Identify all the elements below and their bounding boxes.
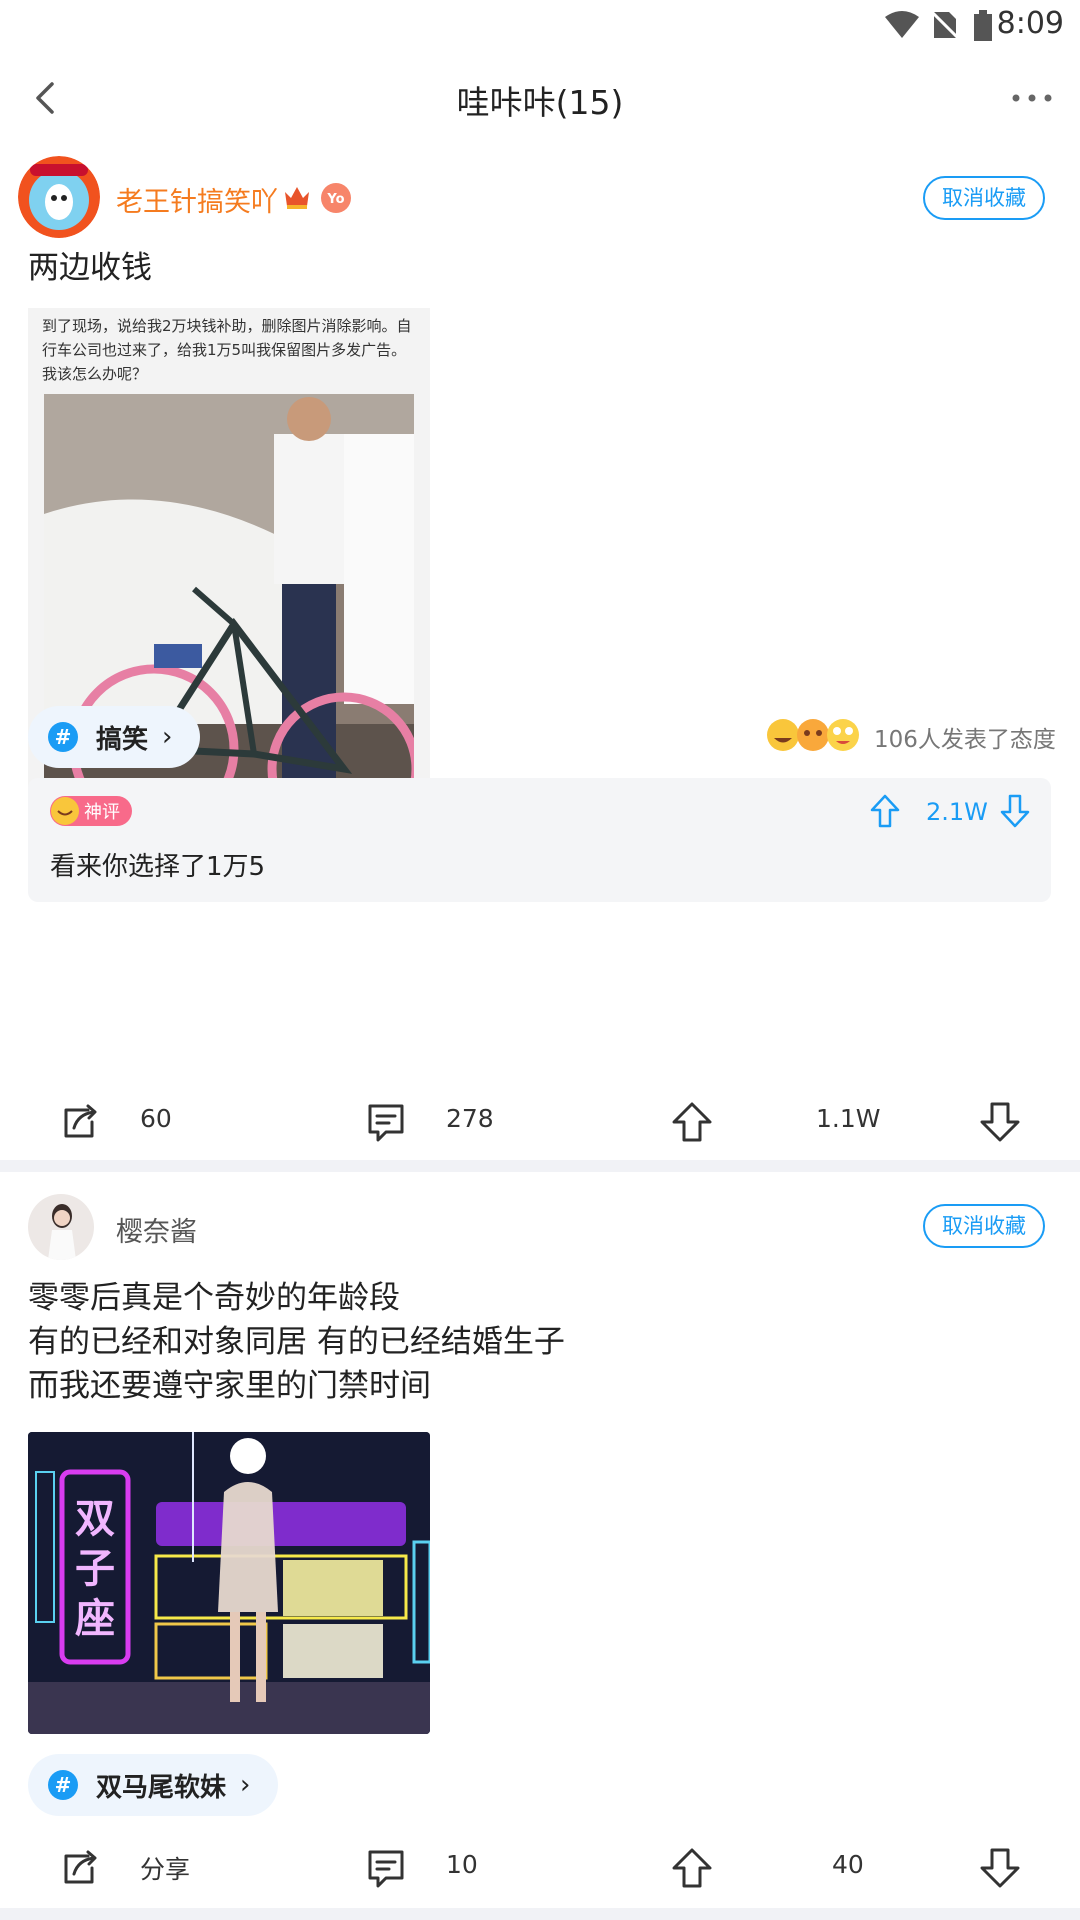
post-divider xyxy=(0,1908,1080,1920)
username[interactable]: 老王针搞笑吖 xyxy=(116,180,278,219)
hot-comment-badge-label: 神评 xyxy=(84,802,120,823)
topic-tag[interactable]: # 搞笑 › xyxy=(28,706,201,768)
post-actions: 60 278 1.1W xyxy=(0,1090,1080,1150)
svg-text:子: 子 xyxy=(75,1546,115,1592)
post-text-line: 而我还要遵守家里的门禁时间 xyxy=(28,1368,431,1404)
post-text-line: 零零后真是个奇妙的年龄段 xyxy=(28,1280,400,1316)
hot-comment[interactable]: 神评 2.1W 看来你选择了1万5 xyxy=(28,778,1051,902)
dislike-arrow-icon[interactable] xyxy=(978,1846,1022,1890)
like-arrow-icon[interactable] xyxy=(670,1846,714,1890)
avatar[interactable] xyxy=(28,1194,94,1260)
username[interactable]: 樱奈酱 xyxy=(116,1210,197,1249)
share-icon[interactable] xyxy=(58,1100,102,1144)
topic-tag-label: 搞笑 xyxy=(96,724,149,755)
like-count: 1.1W xyxy=(816,1104,881,1133)
share-label: 分享 xyxy=(140,1855,191,1884)
battery-icon xyxy=(974,10,992,41)
svg-text:Yo: Yo xyxy=(326,192,344,207)
svg-text:座: 座 xyxy=(75,1596,115,1642)
share-count: 60 xyxy=(140,1104,172,1133)
downvote-icon[interactable] xyxy=(1000,794,1030,828)
chevron-right-icon: › xyxy=(162,722,173,752)
comment-count: 10 xyxy=(446,1850,478,1879)
hot-comment-text: 看来你选择了1万5 xyxy=(50,852,266,882)
post-text: 零零后真是个奇妙的年龄段 有的已经和对象同居 有的已经结婚生子 而我还要遵守家里… xyxy=(28,1276,565,1408)
more-options-icon[interactable] xyxy=(1010,88,1054,108)
comment-icon[interactable] xyxy=(364,1846,408,1890)
svg-text:双: 双 xyxy=(75,1496,115,1542)
car-bike-photo xyxy=(44,394,414,844)
yo-badge-icon: Yo xyxy=(321,183,351,213)
topic-tag-label: 双马尾软妹 xyxy=(96,1772,227,1803)
status-bar: 8:09 xyxy=(0,0,1080,52)
like-count: 40 xyxy=(832,1850,864,1879)
reactions-count[interactable]: 106人发表了态度 xyxy=(874,720,1056,754)
topic-tag[interactable]: # 双马尾软妹 › xyxy=(28,1754,279,1816)
dislike-arrow-icon[interactable] xyxy=(978,1100,1022,1144)
comment-count: 278 xyxy=(446,1104,494,1133)
post-card: 老王针搞笑吖 Yo 取消收藏 两边收钱 到了现场，说给我2万块钱补助，删除图片消… xyxy=(0,144,1080,1160)
hot-comment-likes: 2.1W xyxy=(926,798,988,826)
hot-comment-badge: 神评 xyxy=(50,796,132,826)
upvote-icon[interactable] xyxy=(870,794,900,828)
post-image[interactable]: 双 子 座 xyxy=(28,1432,430,1734)
top-nav-bar: 哇咔咔(15) xyxy=(0,52,1080,144)
smile-badge-icon xyxy=(51,797,79,825)
chevron-right-icon: › xyxy=(240,1770,251,1800)
hashtag-icon: # xyxy=(48,1770,78,1800)
no-sim-icon xyxy=(932,10,958,40)
post-actions: 分享 10 40 xyxy=(0,1836,1080,1896)
wifi-icon xyxy=(885,11,919,38)
post-card: 樱奈酱 取消收藏 零零后真是个奇妙的年龄段 有的已经和对象同居 有的已经结婚生子… xyxy=(0,1172,1080,1908)
post-text: 两边收钱 xyxy=(28,250,152,286)
unfavorite-button[interactable]: 取消收藏 xyxy=(923,1204,1045,1248)
reaction-emoji-icons xyxy=(767,719,859,751)
comment-icon[interactable] xyxy=(364,1100,408,1144)
clock: 8:09 xyxy=(996,6,1064,41)
post-divider xyxy=(0,1160,1080,1172)
neon-sign-photo: 双 子 座 xyxy=(28,1432,430,1734)
page-title: 哇咔咔(15) xyxy=(456,83,624,122)
unfavorite-button[interactable]: 取消收藏 xyxy=(923,176,1045,220)
post-text-line: 有的已经和对象同居 有的已经结婚生子 xyxy=(28,1324,565,1360)
hashtag-icon: # xyxy=(48,722,78,752)
like-arrow-icon[interactable] xyxy=(670,1100,714,1144)
share-icon[interactable] xyxy=(58,1846,102,1890)
avatar[interactable] xyxy=(18,156,100,238)
image-caption: 到了现场，说给我2万块钱补助，删除图片消除影响。自行车公司也过来了，给我1万5叫… xyxy=(42,317,412,383)
crown-badge-icon xyxy=(285,187,309,209)
